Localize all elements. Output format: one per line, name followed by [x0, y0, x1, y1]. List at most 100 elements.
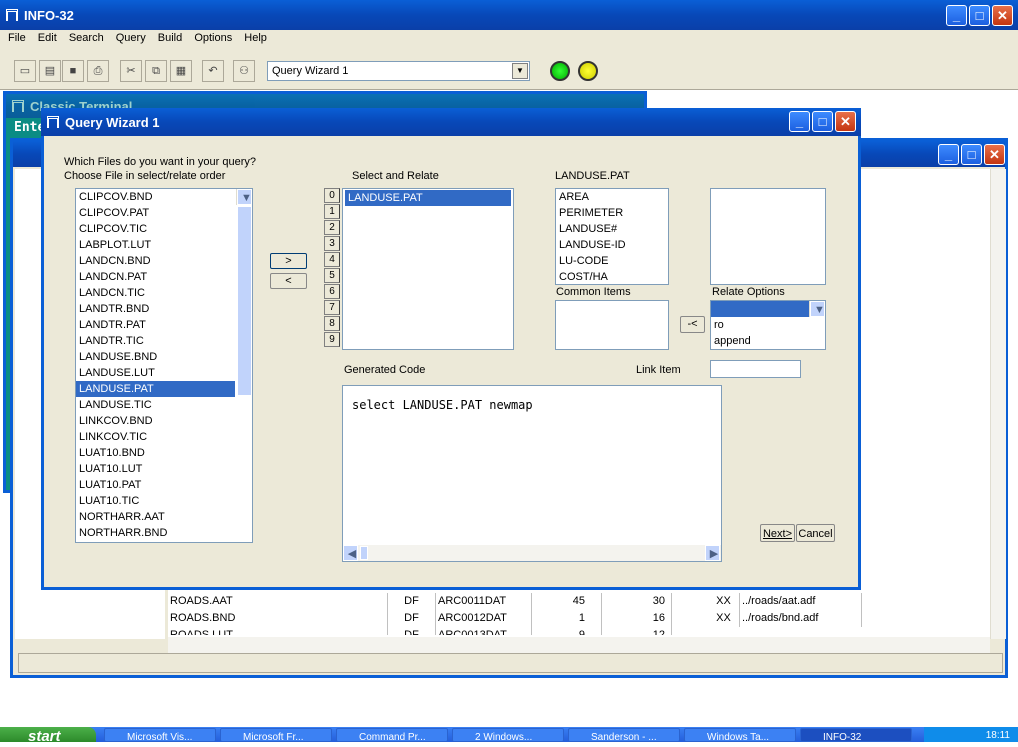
catalog-hscroll[interactable]	[168, 637, 990, 653]
select-relate-list[interactable]: LANDUSE.PAT	[342, 188, 514, 350]
catalog-close-button[interactable]: ✕	[984, 144, 1005, 165]
relate-number-button[interactable]: 1	[324, 204, 340, 219]
relate-number-button[interactable]: 5	[324, 268, 340, 283]
menu-options[interactable]: Options	[194, 32, 232, 44]
menu-query[interactable]: Query	[116, 32, 146, 44]
code-hscroll[interactable]: ◀ ▶	[343, 545, 721, 561]
relate-options-list[interactable]: ro append ▲ ▼	[710, 300, 826, 350]
file-list[interactable]: CLIPCOV.BND CLIPCOV.PAT CLIPCOV.TIC LABPLOT…	[75, 188, 253, 543]
yellow-status-icon[interactable]	[578, 61, 598, 81]
remove-file-button[interactable]: <	[270, 273, 307, 289]
list-item[interactable]: CLIPCOV.PAT	[76, 205, 235, 221]
list-item[interactable]: LANDUSE-ID	[556, 237, 668, 253]
taskbar-item[interactable]: Sanderson - ...	[568, 728, 680, 742]
taskbar-item[interactable]: Command Pr...	[336, 728, 448, 742]
items-list-right[interactable]	[710, 188, 826, 285]
query-combo[interactable]: Query Wizard 1 ▼	[267, 61, 530, 81]
catalog-maximize-button[interactable]: □	[961, 144, 982, 165]
new-icon[interactable]: ▤	[39, 60, 61, 82]
hscroll-thumb[interactable]	[360, 546, 368, 560]
add-file-button[interactable]: >	[270, 253, 307, 269]
cut-icon[interactable]: ✂	[120, 60, 142, 82]
relate-number-button[interactable]: 3	[324, 236, 340, 251]
list-item[interactable]: LINKCOV.BND	[76, 413, 235, 429]
list-item[interactable]: LANDUSE.BND	[76, 349, 235, 365]
list-item[interactable]: LANDUSE.PAT	[76, 381, 235, 397]
list-item[interactable]: LANDCN.BND	[76, 253, 235, 269]
list-item[interactable]: LANDTR.BND	[76, 301, 235, 317]
generated-code-box[interactable]: select LANDUSE.PAT newmap ◀ ▶	[342, 385, 722, 562]
list-item[interactable]	[711, 301, 825, 317]
binoculars-icon[interactable]: ⚇	[233, 60, 255, 82]
menu-search[interactable]: Search	[69, 32, 104, 44]
list-item[interactable]: LANDTR.PAT	[76, 317, 235, 333]
chevron-down-icon[interactable]: ▼	[512, 63, 528, 79]
list-item[interactable]: append	[711, 333, 825, 349]
relate-number-button[interactable]: 7	[324, 300, 340, 315]
catalog-minimize-button[interactable]: _	[938, 144, 959, 165]
list-item[interactable]: AREA	[556, 189, 668, 205]
table-row[interactable]: ROADS.AAT DF ARC0011DAT 45 30 XX ../road…	[168, 593, 990, 610]
table-row[interactable]: ROADS.LUT DF ARC0013DAT 9 12	[168, 627, 990, 635]
start-button[interactable]: start	[0, 727, 96, 745]
menu-edit[interactable]: Edit	[38, 32, 57, 44]
menu-file[interactable]: File	[8, 32, 26, 44]
list-item[interactable]: LANDCN.TIC	[76, 285, 235, 301]
save-icon[interactable]: ■	[62, 60, 84, 82]
taskbar-item[interactable]: INFO-32	[800, 728, 912, 742]
relate-number-button[interactable]: 4	[324, 252, 340, 267]
scroll-down-icon[interactable]: ▼	[237, 189, 252, 205]
wizard-maximize-button[interactable]: □	[812, 111, 833, 132]
list-item[interactable]: LUAT10.PAT	[76, 477, 235, 493]
list-item[interactable]: LUAT10.LUT	[76, 461, 235, 477]
list-item[interactable]: LUAT10.BND	[76, 445, 235, 461]
list-item[interactable]: LANDUSE.TIC	[76, 397, 235, 413]
open-icon[interactable]: ▭	[14, 60, 36, 82]
menu-help[interactable]: Help	[244, 32, 267, 44]
copy-icon[interactable]: ⧉	[145, 60, 167, 82]
list-item[interactable]: LINKCOV.TIC	[76, 429, 235, 445]
list-item[interactable]: NORTHARR.BND	[76, 525, 235, 541]
taskbar-item[interactable]: Microsoft Fr...	[220, 728, 332, 742]
list-item[interactable]: LABPLOT.LUT	[76, 237, 235, 253]
wizard-close-button[interactable]: ✕	[835, 111, 856, 132]
taskbar-item[interactable]: Windows Ta...	[684, 728, 796, 742]
link-item-input[interactable]	[710, 360, 801, 378]
scroll-down-icon[interactable]: ▼	[810, 301, 825, 317]
list-item[interactable]: CLIPCOV.TIC	[76, 221, 235, 237]
relate-number-button[interactable]: 9	[324, 332, 340, 347]
taskbar-item[interactable]: 2 Windows...	[452, 728, 564, 742]
list-item[interactable]: ro	[711, 317, 825, 333]
list-item[interactable]: LANDUSE.LUT	[76, 365, 235, 381]
items-list[interactable]: AREA PERIMETER LANDUSE# LANDUSE-ID LU-CODE CO…	[555, 188, 669, 285]
taskbar-item[interactable]: Microsoft Vis...	[104, 728, 216, 742]
relate-options-scrollbar[interactable]: ▲ ▼	[809, 301, 825, 317]
undo-icon[interactable]: ↶	[202, 60, 224, 82]
paste-icon[interactable]: ▦	[170, 60, 192, 82]
list-item[interactable]: LANDUSE#	[556, 221, 668, 237]
list-item[interactable]: LANDCN.PAT	[76, 269, 235, 285]
file-list-scrollbar[interactable]: ▲ ▼	[236, 189, 252, 396]
list-item[interactable]: CLIPCOV.BND	[76, 189, 235, 205]
relate-number-button[interactable]: 6	[324, 284, 340, 299]
scroll-thumb[interactable]	[237, 206, 252, 396]
list-item[interactable]: LU-CODE	[556, 253, 668, 269]
list-item[interactable]: PERIMETER	[556, 205, 668, 221]
common-items-list[interactable]	[555, 300, 669, 350]
print-icon[interactable]: ⎙	[87, 60, 109, 82]
table-row[interactable]: ROADS.BND DF ARC0012DAT 1 16 XX ../roads…	[168, 610, 990, 627]
common-item-button[interactable]: -<	[680, 316, 705, 333]
cancel-button[interactable]: Cancel	[796, 524, 835, 542]
green-status-icon[interactable]	[550, 61, 570, 81]
list-item[interactable]: LANDUSE.PAT	[345, 190, 511, 206]
list-item[interactable]: NORTHARR.AAT	[76, 509, 235, 525]
list-item[interactable]: COST/HA	[556, 269, 668, 284]
main-close-button[interactable]: ✕	[992, 5, 1013, 26]
main-maximize-button[interactable]: □	[969, 5, 990, 26]
scroll-left-icon[interactable]: ◀	[343, 545, 358, 561]
next-button[interactable]: Next>	[760, 524, 795, 542]
list-item[interactable]: LUAT10.TIC	[76, 493, 235, 509]
wizard-minimize-button[interactable]: _	[789, 111, 810, 132]
relate-number-button[interactable]: 2	[324, 220, 340, 235]
list-item[interactable]: LANDTR.TIC	[76, 333, 235, 349]
